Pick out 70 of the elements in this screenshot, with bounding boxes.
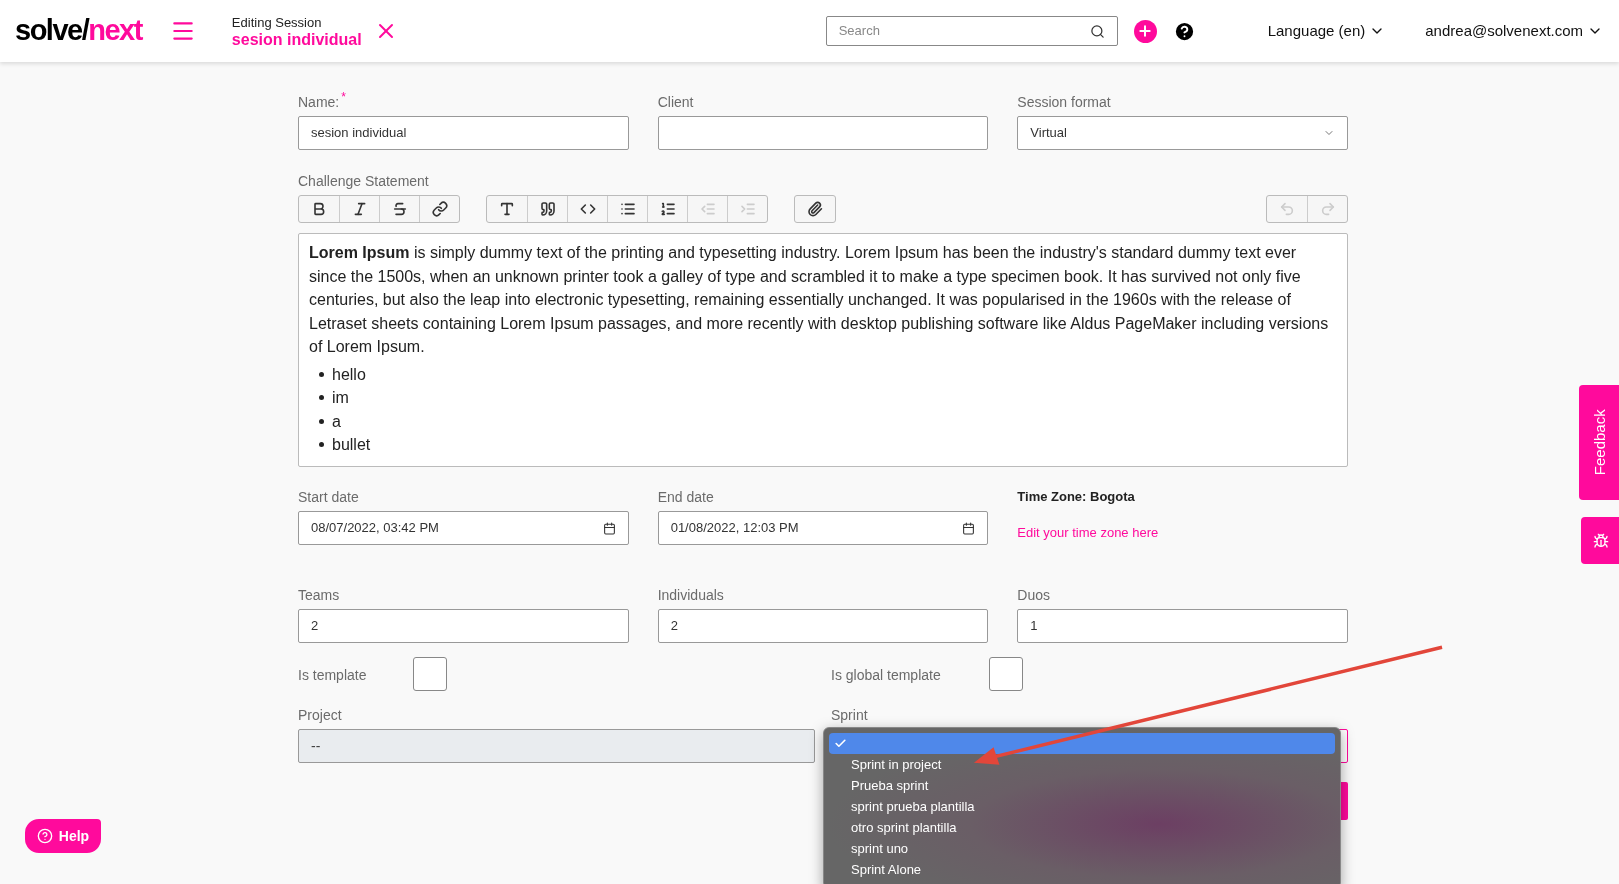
bold-icon (311, 201, 327, 217)
checkbox[interactable] (413, 657, 448, 691)
help-icon (36, 828, 53, 844)
add-button[interactable] (1133, 19, 1157, 43)
heading-icon (499, 201, 515, 217)
strike-icon (391, 201, 408, 217)
checkbox-label: Is global template (831, 666, 941, 685)
logo[interactable]: solve/next (15, 9, 142, 53)
field-label: Sprint (831, 706, 868, 725)
text-field[interactable]: sesion individual (298, 116, 629, 150)
text-field[interactable]: 2 (657, 609, 989, 643)
outdent-icon (699, 201, 716, 217)
field-label: End date (657, 488, 714, 507)
search-field[interactable]: Search (825, 16, 1118, 46)
bullet-item: a (332, 411, 341, 432)
bullet-item: im (332, 388, 349, 408)
search-icon (1089, 23, 1105, 39)
context-title: sesion individual (231, 31, 362, 48)
select-field[interactable]: Virtual (1017, 116, 1348, 150)
bullet-icon (319, 395, 324, 401)
attach-icon (807, 201, 823, 217)
dropdown-option[interactable]: sprint uno (829, 838, 913, 859)
bullet-icon (319, 442, 324, 448)
bullet-item: bullet (332, 435, 371, 455)
field-label: Start date (298, 488, 359, 507)
dropdown-option[interactable]: otro sprint plantilla (829, 817, 961, 838)
rich-text-editor[interactable] (298, 233, 1348, 467)
calendar-icon (962, 521, 976, 535)
link-icon (431, 201, 448, 217)
indent-icon (739, 201, 756, 217)
bullet-icon (319, 418, 324, 424)
field-label: Project (298, 706, 342, 725)
dropdown-option[interactable]: Prueba sprint (829, 775, 933, 796)
text-field[interactable] (657, 116, 989, 150)
context-label: Editing Session (231, 14, 323, 31)
field-label: Teams (298, 586, 340, 605)
numbers-icon (659, 201, 676, 217)
quote-icon (539, 201, 556, 217)
calendar-icon (602, 521, 616, 535)
bullets-icon (619, 201, 636, 217)
check-icon (833, 737, 847, 750)
bug-report-button[interactable] (1581, 517, 1619, 564)
help-button[interactable]: Help (25, 819, 101, 853)
text-field[interactable]: 1 (1017, 609, 1348, 643)
checkbox[interactable] (988, 657, 1023, 691)
field-label: Individuals (657, 586, 724, 605)
bullet-item: hello (332, 364, 366, 385)
project-field: -- (298, 729, 815, 763)
language-menu[interactable]: Language (en) (1267, 19, 1386, 43)
text-field[interactable]: 2 (298, 609, 629, 643)
field-label: Name:* (298, 92, 346, 112)
date-field[interactable]: 01/08/2022, 12:03 PM (657, 511, 989, 545)
bullet-icon (319, 371, 324, 377)
user-menu[interactable]: andrea@solvenext.com (1425, 19, 1604, 43)
time-zone-label: Time Zone: Bogota (1017, 488, 1136, 506)
field-label: Client (657, 93, 694, 112)
undo-icon (1279, 201, 1295, 217)
feedback-tab[interactable]: Feedback (1579, 385, 1619, 500)
dropdown-option[interactable]: sprint prueba plantilla (829, 796, 979, 817)
editor-paragraph: Lorem Ipsum is simply dummy text of the printing and typesetting industry. Lorem Ipsum has been the industry's standard dummy text ever since the 1500s, when an unknown printer took a galley of type and scrambled it to make a type specimen book. It has survived not only five centuries, but also the leap into electronic typesetting, remaining essentially unchanged. It was popularised in the 1960s with the release of Letraset sheets containing Lorem Ipsum passages, and more recently with desktop publishing software like Aldus PageMaker including versions of Lorem Ipsum. (309, 243, 1330, 357)
bug-icon (1593, 532, 1609, 549)
checkbox-label: Is template (298, 666, 367, 685)
field-label: Challenge Statement (298, 172, 429, 191)
field-label: Session format (1017, 93, 1111, 112)
code-icon (579, 201, 596, 217)
dropdown-option[interactable]: Sprint in project (829, 754, 946, 775)
redo-icon (1319, 201, 1336, 217)
dropdown-option[interactable]: Sprint Alone (829, 859, 926, 880)
date-field[interactable]: 08/07/2022, 03:42 PM (298, 511, 629, 545)
field-label: Duos (1017, 586, 1050, 605)
